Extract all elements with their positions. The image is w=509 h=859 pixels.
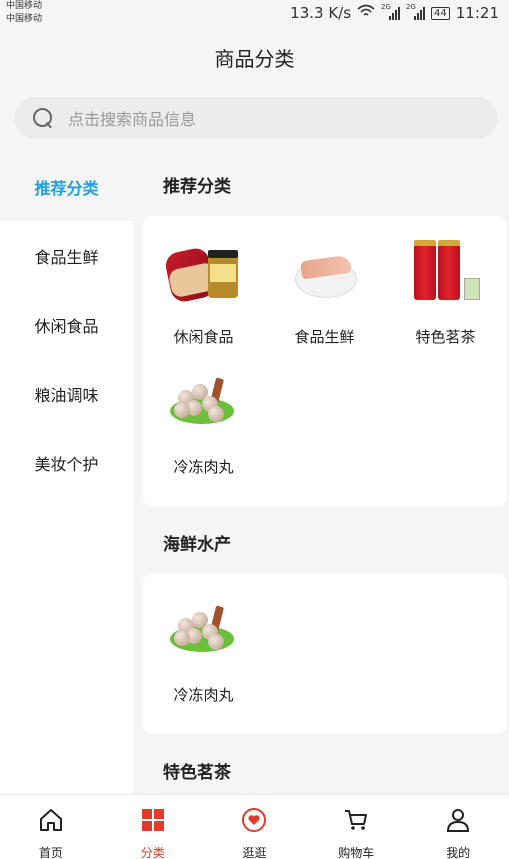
status-indicators: 13.3 K/s 2G 2G 44 11:21 — [290, 3, 499, 22]
heart-chat-icon — [241, 807, 267, 837]
category-grid-icon — [140, 807, 166, 837]
tab-label: 购物车 — [338, 846, 375, 859]
category-item-meatballs[interactable]: 冷冻肉丸 — [143, 596, 264, 726]
meatballs-image — [164, 368, 244, 438]
meatballs-image — [164, 596, 244, 666]
tab-label: 我的 — [446, 846, 471, 859]
category-item-tea[interactable]: 特色茗茶 — [385, 238, 506, 368]
sidebar-item-beauty[interactable]: 美妆个护 — [0, 428, 133, 497]
category-item-fresh-food[interactable]: 食品生鲜 — [264, 238, 385, 368]
signal-icon-2: 2G — [406, 3, 426, 20]
battery-icon: 44 — [431, 6, 450, 20]
tab-cart[interactable]: 购物车 — [305, 795, 407, 859]
category-item-snacks[interactable]: 休闲食品 — [143, 238, 264, 368]
user-icon — [445, 807, 471, 837]
sidebar-item-recommended[interactable]: 推荐分类 — [0, 152, 133, 221]
category-item-label: 特色茗茶 — [415, 328, 476, 346]
category-item-meatballs[interactable]: 冷冻肉丸 — [143, 368, 264, 498]
page-title: 商品分类 — [214, 47, 295, 71]
carrier-label-1: 中国移动 — [6, 1, 43, 11]
category-content: 推荐分类 休闲食品 食品生鲜 特色茗茶 冷冻肉丸 海鲜水产 冷冻肉丸 特色茗茶 — [143, 152, 509, 794]
search-bar[interactable]: 点击搜索商品信息 — [14, 97, 498, 139]
network-type-2: 2G — [406, 3, 416, 11]
carrier-label-2: 中国移动 — [6, 14, 43, 24]
clock: 11:21 — [455, 4, 499, 22]
sidebar-item-fresh-food[interactable]: 食品生鲜 — [0, 221, 133, 290]
tab-browse[interactable]: 逛逛 — [204, 795, 306, 859]
cart-icon — [343, 807, 369, 837]
section-title: 海鲜水产 — [163, 534, 231, 555]
search-placeholder: 点击搜索商品信息 — [68, 110, 197, 129]
tab-label: 逛逛 — [242, 846, 267, 859]
snack-gift-box-image — [162, 238, 244, 308]
tab-category[interactable]: 分类 — [102, 795, 204, 859]
tab-home[interactable]: 首页 — [0, 795, 102, 859]
category-card: 休闲食品 食品生鲜 特色茗茶 冷冻肉丸 — [143, 216, 507, 506]
category-sidebar: 推荐分类 食品生鲜 休闲食品 粮油调味 美妆个护 — [0, 152, 133, 794]
category-item-label: 冷冻肉丸 — [173, 686, 234, 704]
network-speed: 13.3 K/s — [290, 4, 352, 22]
section-title: 推荐分类 — [163, 176, 231, 197]
status-bar: 中国移动 中国移动 13.3 K/s 2G 2G 44 11:21 — [0, 0, 509, 30]
search-icon — [32, 107, 54, 129]
sidebar-item-snacks[interactable]: 休闲食品 — [0, 290, 133, 359]
signal-icon-1: 2G — [381, 3, 401, 20]
sidebar-item-grain-oil[interactable]: 粮油调味 — [0, 359, 133, 428]
bottom-tab-bar: 首页 分类 逛逛 购物车 我的 — [0, 794, 509, 859]
shrimp-plate-image — [285, 238, 365, 308]
category-card: 冷冻肉丸 — [143, 574, 507, 734]
tab-label: 分类 — [140, 846, 165, 859]
tab-profile[interactable]: 我的 — [407, 795, 509, 859]
category-item-label: 休闲食品 — [173, 328, 234, 346]
home-icon — [38, 807, 64, 837]
category-item-label: 食品生鲜 — [294, 328, 355, 346]
tea-cans-image — [406, 238, 486, 308]
network-type-1: 2G — [381, 3, 391, 11]
tab-label: 首页 — [38, 846, 63, 859]
section-title: 特色茗茶 — [163, 762, 231, 783]
category-item-label: 冷冻肉丸 — [173, 458, 234, 476]
wifi-icon — [357, 4, 375, 22]
